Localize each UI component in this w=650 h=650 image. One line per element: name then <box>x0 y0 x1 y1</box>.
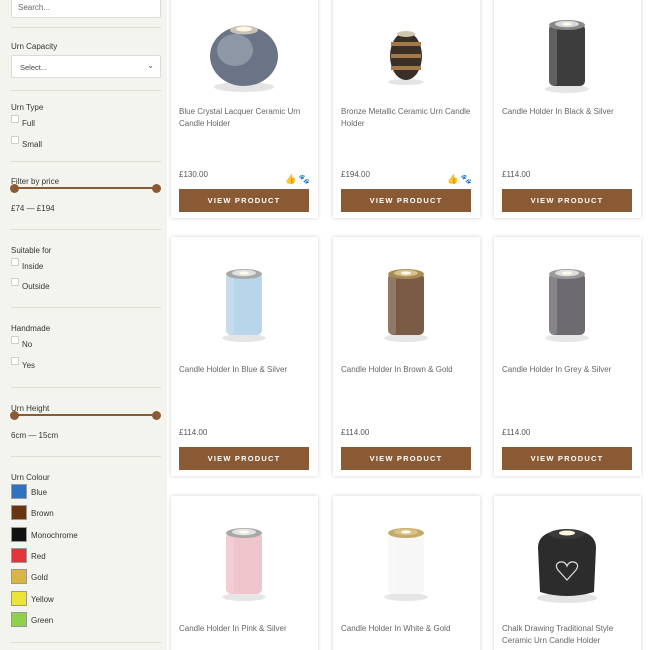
colour-label: Blue <box>31 488 48 497</box>
product-card[interactable]: Candle Holder In Pink & Silver <box>171 496 318 650</box>
product-price: £130.00 <box>179 170 208 179</box>
option-label: Full <box>22 119 35 128</box>
product-name[interactable]: Candle Holder In Black & Silver <box>502 106 635 118</box>
height-slider-track[interactable] <box>14 414 157 416</box>
product-name[interactable]: Candle Holder In Grey & Silver <box>502 364 635 376</box>
colour-swatch[interactable] <box>11 569 27 584</box>
option-label: Outside <box>22 282 50 291</box>
suitable-for-title: Suitable for <box>11 246 52 255</box>
price-slider-max-handle[interactable] <box>152 184 161 193</box>
colour-label: Gold <box>31 573 48 582</box>
urn-type-title: Urn Type <box>11 103 44 112</box>
chevron-down-icon: ⌄ <box>147 61 154 70</box>
checkbox[interactable] <box>11 136 19 144</box>
colour-label: Yellow <box>31 595 54 604</box>
divider <box>11 229 161 230</box>
colour-swatch[interactable] <box>11 527 27 542</box>
product-price: £114.00 <box>341 428 370 437</box>
product-price: £194.00 <box>341 170 370 179</box>
view-product-button[interactable]: VIEW PRODUCT <box>341 447 471 470</box>
view-product-button[interactable]: VIEW PRODUCT <box>179 447 309 470</box>
colour-label: Brown <box>31 509 54 518</box>
colour-swatch[interactable] <box>11 484 27 499</box>
colour-swatch[interactable] <box>11 612 27 627</box>
urn-capacity-select[interactable]: Select... ⌄ <box>11 55 161 78</box>
checkbox[interactable] <box>11 278 19 286</box>
checkbox[interactable] <box>11 115 19 123</box>
product-image[interactable] <box>333 2 480 102</box>
product-card[interactable]: Candle Holder In Brown & Gold £114.00 VIEW… <box>333 237 480 476</box>
product-name[interactable]: Candle Holder In White & Gold <box>341 623 474 635</box>
view-product-button[interactable]: VIEW PRODUCT <box>341 189 471 212</box>
product-image[interactable] <box>494 251 641 351</box>
urn-colour-title: Urn Colour <box>11 473 50 482</box>
colour-label: Red <box>31 552 46 561</box>
colour-swatch[interactable] <box>11 591 27 606</box>
colour-label: Monochrome <box>31 531 78 540</box>
product-price: £114.00 <box>179 428 208 437</box>
height-slider-max-handle[interactable] <box>152 411 161 420</box>
checkbox[interactable] <box>11 357 19 365</box>
product-image[interactable] <box>171 251 318 351</box>
filter-sidebar: Urn Capacity Select... ⌄ Urn Type Full S… <box>0 0 167 650</box>
colour-swatch[interactable] <box>11 505 27 520</box>
product-card[interactable]: Blue Crystal Lacquer Ceramic Urn Candle … <box>171 0 318 218</box>
divider <box>11 456 161 457</box>
option-label: Inside <box>22 262 44 271</box>
product-name[interactable]: Blue Crystal Lacquer Ceramic Urn Candle … <box>179 106 312 130</box>
view-product-button[interactable]: VIEW PRODUCT <box>179 189 309 212</box>
thumbs-up-paw-icon: 👍 🐾 <box>447 174 472 184</box>
option-label: Yes <box>22 361 36 370</box>
product-image[interactable] <box>333 251 480 351</box>
product-image[interactable] <box>171 510 318 610</box>
option-label: Small <box>22 140 43 149</box>
product-price: £114.00 <box>502 428 531 437</box>
height-slider-min-handle[interactable] <box>10 411 19 420</box>
product-card[interactable]: Candle Holder In Black & Silver £114.00 VI… <box>494 0 641 218</box>
product-image[interactable] <box>494 510 641 610</box>
divider <box>11 27 161 28</box>
urn-capacity-title: Urn Capacity <box>11 42 58 51</box>
product-card[interactable]: Candle Holder In Blue & Silver £114.00 VIE… <box>171 237 318 476</box>
divider <box>11 307 161 308</box>
thumbs-up-paw-icon: 👍 🐾 <box>285 174 310 184</box>
divider <box>11 161 161 162</box>
product-name[interactable]: Chalk Drawing Traditional Style Ceramic … <box>502 623 635 647</box>
handmade-title: Handmade <box>11 324 51 333</box>
checkbox[interactable] <box>11 258 19 266</box>
option-label: No <box>22 340 33 349</box>
product-image[interactable] <box>494 2 641 102</box>
search-input[interactable] <box>11 0 161 18</box>
divider <box>11 387 161 388</box>
view-product-button[interactable]: VIEW PRODUCT <box>502 189 632 212</box>
divider <box>11 90 161 91</box>
product-name[interactable]: Candle Holder In Brown & Gold <box>341 364 474 376</box>
product-card[interactable]: Bronze Metallic Ceramic Urn Candle Holde… <box>333 0 480 218</box>
product-card[interactable]: Candle Holder In White & Gold <box>333 496 480 650</box>
product-name[interactable]: Candle Holder In Pink & Silver <box>179 623 312 635</box>
colour-label: Green <box>31 616 54 625</box>
product-card[interactable]: Chalk Drawing Traditional Style Ceramic … <box>494 496 641 650</box>
urn-capacity-selected: Select... <box>20 63 48 72</box>
product-name[interactable]: Bronze Metallic Ceramic Urn Candle Holde… <box>341 106 474 130</box>
divider <box>11 642 161 643</box>
product-image[interactable] <box>171 2 318 102</box>
view-product-button[interactable]: VIEW PRODUCT <box>502 447 632 470</box>
height-range-text: 6cm — 15cm <box>11 431 59 440</box>
checkbox[interactable] <box>11 336 19 344</box>
price-slider-min-handle[interactable] <box>10 184 19 193</box>
product-price: £114.00 <box>502 170 531 179</box>
price-slider-track[interactable] <box>14 187 157 189</box>
product-card[interactable]: Candle Holder In Grey & Silver £114.00 VIE… <box>494 237 641 476</box>
colour-swatch[interactable] <box>11 548 27 563</box>
price-range-text: £74 — £194 <box>11 204 55 213</box>
product-name[interactable]: Candle Holder In Blue & Silver <box>179 364 312 376</box>
price-filter-title: Filter by price <box>11 177 60 186</box>
product-image[interactable] <box>333 510 480 610</box>
